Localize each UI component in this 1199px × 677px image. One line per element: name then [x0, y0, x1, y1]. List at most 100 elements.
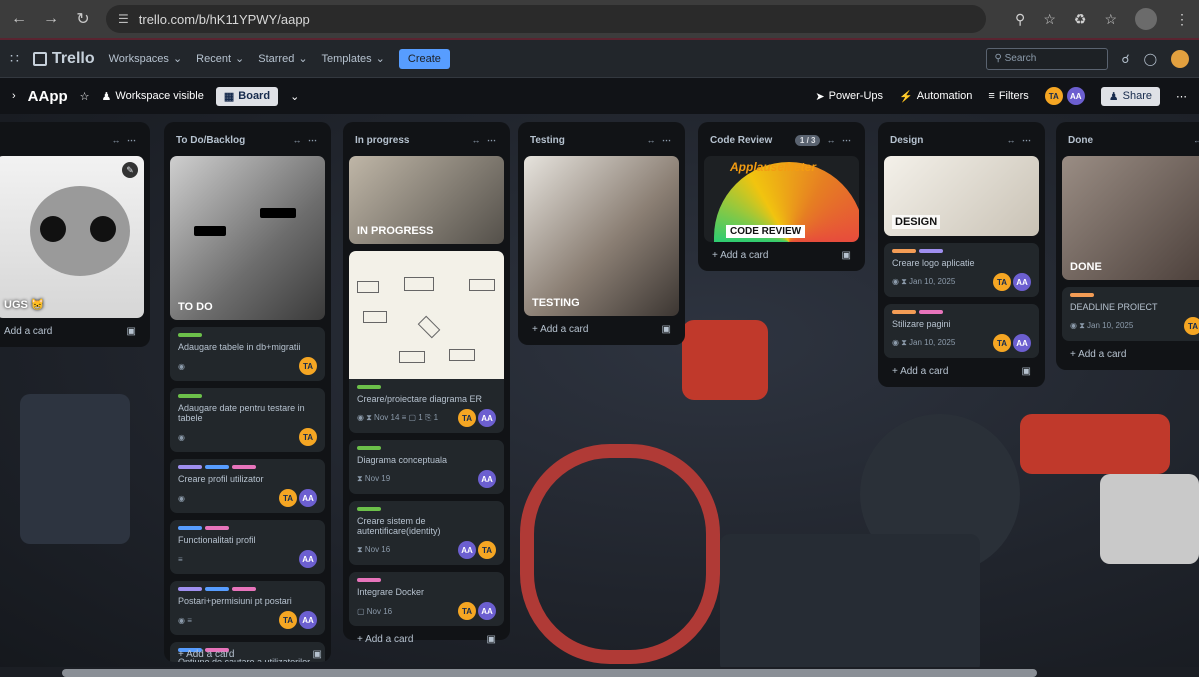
template-icon[interactable]: ▣: [127, 326, 136, 337]
member-avatar[interactable]: TA: [279, 611, 297, 629]
member-avatar[interactable]: AA: [299, 489, 317, 507]
card-label[interactable]: [178, 394, 202, 398]
member-avatar[interactable]: TA: [279, 489, 297, 507]
card-labels[interactable]: [892, 310, 1031, 314]
member-avatar[interactable]: TA: [1044, 87, 1063, 105]
cover-card[interactable]: ApplauseMeter CODE REVIEW: [704, 156, 859, 242]
card-label[interactable]: [178, 465, 202, 469]
account-avatar[interactable]: [1171, 49, 1189, 68]
bookmarks-icon[interactable]: ☆: [1104, 11, 1117, 28]
forward-icon[interactable]: →: [42, 10, 60, 28]
card-label[interactable]: [205, 526, 229, 530]
card-label[interactable]: [919, 249, 943, 253]
browser-profile-avatar[interactable]: [1135, 8, 1157, 30]
extensions-icon[interactable]: ♻: [1074, 11, 1087, 28]
list-done[interactable]: Done ↔ DONE DEADLINE PROIECT ◉ ⧗ Jan 10, …: [1056, 122, 1199, 370]
add-card-button[interactable]: + Add a card ▣: [524, 316, 679, 337]
zoom-icon[interactable]: ⚲: [1015, 11, 1025, 28]
card-label[interactable]: [232, 587, 256, 591]
card-labels[interactable]: [357, 507, 496, 511]
card[interactable]: Functionalitati profil ≡ AA: [170, 520, 325, 574]
list-title[interactable]: To Do/Backlog: [176, 135, 245, 146]
member-avatar[interactable]: AA: [299, 611, 317, 629]
add-card-button[interactable]: + Add a card: [1062, 341, 1199, 362]
card-label[interactable]: [892, 249, 916, 253]
card[interactable]: DEADLINE PROIECT ◉ ⧗ Jan 10, 2025 TA: [1062, 287, 1199, 341]
app-switcher-icon[interactable]: ∷: [10, 50, 19, 67]
template-icon[interactable]: ▣: [1022, 366, 1031, 377]
board-menu-icon[interactable]: ⋯: [1176, 90, 1187, 103]
card-label[interactable]: [892, 310, 916, 314]
filters-button[interactable]: ≡ Filters: [988, 90, 1028, 102]
card-labels[interactable]: [178, 465, 317, 469]
list-title[interactable]: Done: [1068, 135, 1093, 146]
add-card-button[interactable]: + Add a card ▣: [704, 242, 859, 263]
card[interactable]: Creare/proiectare diagrama ER ◉ ⧗ Nov 14…: [349, 251, 504, 433]
template-icon[interactable]: ▣: [842, 250, 851, 261]
scrollbar-thumb[interactable]: [62, 669, 1037, 677]
card-label[interactable]: [919, 310, 943, 314]
list-actions-icon[interactable]: ↔ ⋯: [646, 135, 673, 146]
automation-button[interactable]: ⚡ Automation: [899, 90, 972, 103]
add-card-button[interactable]: Add a card ▣: [0, 318, 144, 339]
member-avatar[interactable]: TA: [1184, 317, 1199, 335]
card-label[interactable]: [178, 587, 202, 591]
card-label[interactable]: [205, 465, 229, 469]
card-label[interactable]: [178, 333, 202, 337]
powerups-button[interactable]: ➤ Power-Ups: [815, 90, 883, 103]
card-labels[interactable]: [1070, 293, 1199, 297]
card-labels[interactable]: [357, 385, 496, 389]
search-input[interactable]: ⚲ Search: [985, 47, 1108, 70]
reload-icon[interactable]: ↻: [74, 9, 92, 29]
list-actions-icon[interactable]: ↔ ⋯: [111, 135, 138, 146]
list-actions-icon[interactable]: ↔ ⋯: [1006, 135, 1033, 146]
card-labels[interactable]: [178, 587, 317, 591]
board-view-button[interactable]: ▦ Board: [215, 86, 279, 106]
member-avatar[interactable]: AA: [1066, 87, 1085, 105]
browser-menu-icon[interactable]: ⋮: [1175, 11, 1189, 28]
card-labels[interactable]: [178, 333, 317, 337]
card-label[interactable]: [1070, 293, 1094, 297]
star-board-icon[interactable]: ☆: [80, 90, 90, 103]
list-bugs[interactable]: ↔ ⋯ UGS 😸 ✎ Add a card ▣: [0, 122, 150, 347]
address-bar[interactable]: ☰ trello.com/b/hK11YPWY/aapp: [106, 5, 986, 33]
visibility-button[interactable]: ♟ Workspace visible: [102, 90, 204, 103]
member-avatar[interactable]: TA: [299, 428, 317, 446]
member-avatar[interactable]: TA: [993, 273, 1011, 291]
card-label[interactable]: [178, 526, 202, 530]
member-avatar[interactable]: AA: [458, 541, 476, 559]
back-icon[interactable]: ←: [10, 10, 28, 28]
help-icon[interactable]: ◯: [1144, 52, 1157, 66]
list-title[interactable]: In progress: [355, 135, 409, 146]
card-label[interactable]: [357, 578, 381, 582]
list-actions-icon[interactable]: ↔ ⋯: [826, 135, 853, 146]
member-avatar[interactable]: AA: [1013, 273, 1031, 291]
list-design[interactable]: Design ↔ ⋯ DESIGN Creare logo aplicatie ◉…: [878, 122, 1045, 387]
cover-card[interactable]: TESTING: [524, 156, 679, 316]
member-avatar[interactable]: AA: [478, 602, 496, 620]
menu-starred[interactable]: Starred ⌄: [258, 52, 307, 66]
card[interactable]: Creare logo aplicatie ◉ ⧗ Jan 10, 2025 TA A…: [884, 243, 1039, 297]
add-card-button[interactable]: + Add a card ▣: [884, 358, 1039, 379]
list-code-review[interactable]: Code Review 1 / 3 ↔ ⋯ ApplauseMeter CODE…: [698, 122, 865, 271]
card-label[interactable]: [357, 446, 381, 450]
menu-recent[interactable]: Recent ⌄: [196, 52, 244, 66]
cover-card[interactable]: IN PROGRESS: [349, 156, 504, 244]
card[interactable]: Integrare Docker ▢ Nov 16 TA AA: [349, 572, 504, 626]
card[interactable]: Creare profil utilizator ◉ TA AA: [170, 459, 325, 513]
card-label[interactable]: [357, 507, 381, 511]
card-labels[interactable]: [892, 249, 1031, 253]
list-title[interactable]: Design: [890, 135, 923, 146]
cover-card[interactable]: UGS 😸 ✎: [0, 156, 144, 318]
member-avatar[interactable]: AA: [299, 550, 317, 568]
member-avatar[interactable]: TA: [299, 357, 317, 375]
card-label[interactable]: [232, 465, 256, 469]
card-label[interactable]: [205, 587, 229, 591]
template-icon[interactable]: ▣: [313, 649, 322, 660]
card-label[interactable]: [357, 385, 381, 389]
list-testing[interactable]: Testing ↔ ⋯ TESTING + Add a card ▣: [518, 122, 685, 345]
card[interactable]: Diagrama conceptuala ⧗ Nov 19 AA: [349, 440, 504, 494]
board-members[interactable]: TA AA: [1044, 87, 1085, 105]
list-actions-icon[interactable]: ↔ ⋯: [471, 135, 498, 146]
menu-templates[interactable]: Templates ⌄: [322, 52, 385, 66]
